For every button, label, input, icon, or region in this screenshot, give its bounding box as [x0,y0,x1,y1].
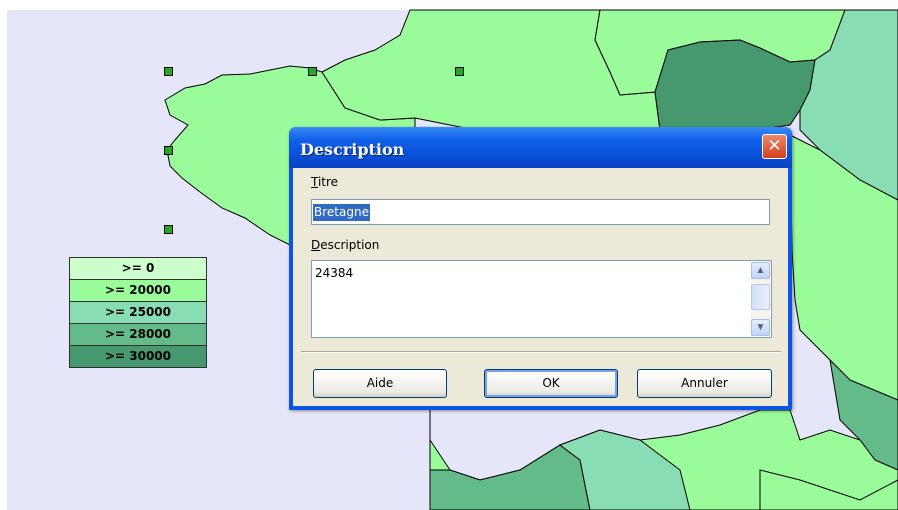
ok-button[interactable]: OK [484,369,618,398]
selection-handle[interactable] [164,67,173,76]
help-button[interactable]: Aide [313,369,447,398]
description-dialog: Description ✕ Titre Bretagne Description… [289,127,792,410]
dialog-body: Titre Bretagne Description 24384 ▲ ▼ Aid… [293,168,788,406]
description-label: Description [311,238,380,252]
scroll-down-icon[interactable]: ▼ [751,319,770,336]
scroll-thumb[interactable] [751,284,770,310]
scroll-up-icon[interactable]: ▲ [751,262,770,279]
selection-handle[interactable] [164,225,173,234]
selection-handle[interactable] [164,146,173,155]
dialog-separator [301,351,781,353]
legend-row: >= 20000 [70,280,206,302]
description-value: 24384 [315,266,354,280]
titre-input[interactable]: Bretagne [311,199,770,225]
selection-handle[interactable] [308,67,317,76]
legend-row: >= 0 [70,258,206,280]
map-legend: >= 0 >= 20000 >= 25000 >= 28000 >= 30000 [69,257,207,368]
titre-value: Bretagne [313,204,370,221]
selection-handle[interactable] [455,67,464,76]
dialog-titlebar[interactable]: Description ✕ [289,127,792,168]
description-textarea[interactable]: 24384 ▲ ▼ [311,260,772,338]
titre-label: Titre [311,175,339,189]
description-scrollbar[interactable]: ▲ ▼ [751,262,770,336]
legend-row: >= 25000 [70,302,206,324]
cancel-button[interactable]: Annuler [637,369,772,398]
legend-row: >= 28000 [70,324,206,346]
close-icon[interactable]: ✕ [762,134,787,159]
dialog-title: Description [300,140,405,159]
legend-row: >= 30000 [70,346,206,367]
